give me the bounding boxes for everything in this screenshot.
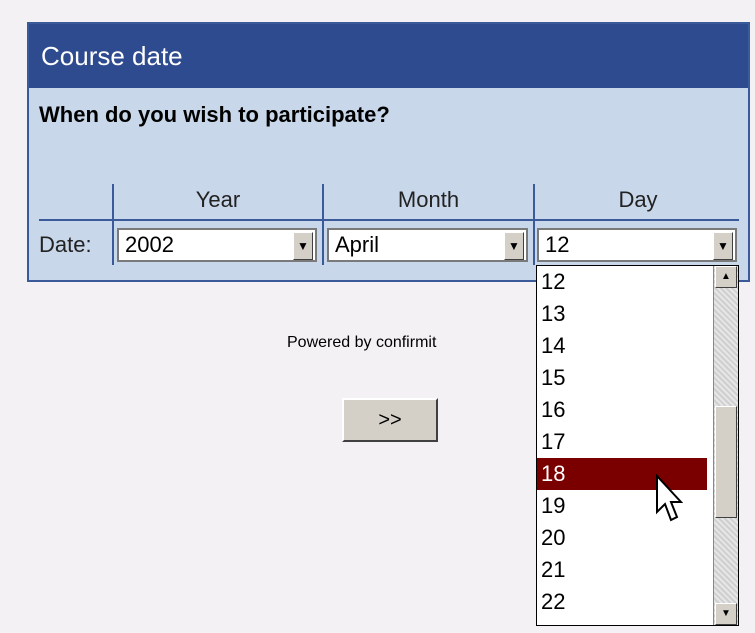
day-option[interactable]: 15 [537,362,707,394]
chevron-down-icon[interactable]: ▼ [293,232,313,260]
scroll-thumb[interactable] [715,406,737,518]
day-option[interactable]: 20 [537,522,707,554]
year-select-value: 2002 [125,232,174,257]
question-text: When do you wish to participate? [39,102,390,127]
day-option[interactable]: 17 [537,426,707,458]
day-option[interactable]: 14 [537,330,707,362]
column-divider [533,221,535,265]
month-select-value: April [335,232,380,257]
month-column-label: Month [397,187,460,212]
day-dropdown-list[interactable]: 12 13 14 15 16 17 18 19 20 21 22 ▲ ▼ [536,265,739,626]
scroll-up-icon[interactable]: ▲ [715,266,737,288]
day-select[interactable]: 12 ▼ [537,228,737,262]
day-select-value: 12 [545,232,570,257]
chevron-down-icon[interactable]: ▼ [713,232,733,260]
next-button[interactable]: >> [342,398,438,442]
mouse-cursor-icon [656,474,683,522]
column-divider [112,221,114,265]
course-date-panel: Course date When do you wish to particip… [27,22,750,282]
day-option[interactable]: 21 [537,554,707,586]
day-options: 12 13 14 15 16 17 18 19 20 21 22 [537,266,738,618]
day-column-label: Day [618,187,658,212]
day-option[interactable]: 13 [537,298,707,330]
panel-title: Course date [29,24,748,88]
day-option[interactable]: 22 [537,586,707,618]
powered-by-text: Powered by confirmit [287,334,437,351]
header-divider [39,219,739,221]
column-divider [322,221,324,265]
year-select[interactable]: 2002 ▼ [117,228,317,262]
year-column-label: Year [195,187,241,212]
date-label: Date: [39,232,92,257]
day-option[interactable]: 16 [537,394,707,426]
scroll-down-icon[interactable]: ▼ [715,603,737,625]
dropdown-scrollbar[interactable]: ▲ ▼ [713,266,738,625]
day-option[interactable]: 12 [537,266,707,298]
month-select[interactable]: April ▼ [327,228,528,262]
chevron-down-icon[interactable]: ▼ [504,232,524,260]
